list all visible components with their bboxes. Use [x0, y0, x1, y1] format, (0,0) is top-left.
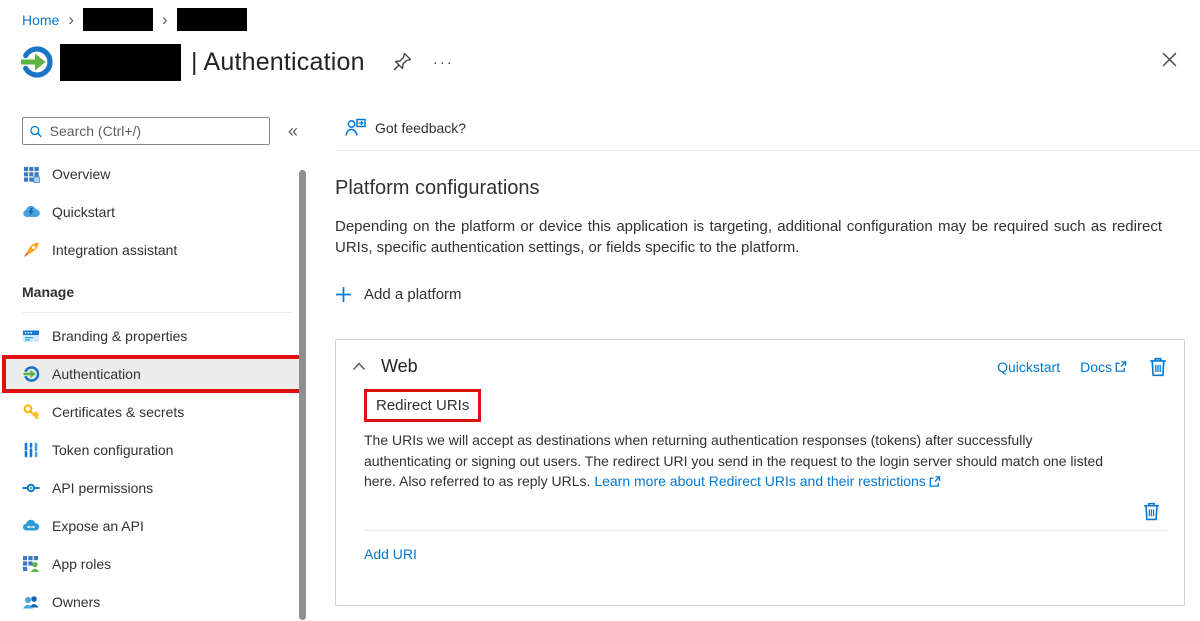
sidebar-item-label: Owners: [52, 594, 100, 610]
collapse-sidebar-button[interactable]: «: [288, 121, 298, 142]
section-description: Depending on the platform or device this…: [335, 216, 1162, 258]
search-input[interactable]: [50, 123, 263, 139]
breadcrumb: Home › ›: [22, 8, 247, 31]
pin-button[interactable]: [389, 49, 415, 75]
trash-icon: [1142, 501, 1161, 521]
key-icon: [22, 403, 40, 421]
sidebar-item-owners[interactable]: Owners: [0, 583, 312, 621]
search-icon: [29, 124, 43, 139]
people-icon: [22, 593, 40, 611]
more-options-button[interactable]: ···: [429, 52, 458, 73]
token-icon: [22, 441, 40, 459]
close-button[interactable]: [1156, 46, 1182, 72]
sidebar-item-branding-properties[interactable]: Branding & properties: [0, 317, 312, 355]
sidebar-item-label: Expose an API: [52, 518, 144, 534]
chevron-right-icon: ›: [68, 13, 74, 27]
sidebar-item-label: Overview: [52, 166, 110, 182]
redacted-app-name: [60, 44, 181, 81]
add-platform-label: Add a platform: [364, 286, 462, 303]
page-header: | Authentication ···: [18, 40, 1182, 84]
sidebar-item-label: Authentication: [52, 366, 141, 382]
app-roles-icon: [22, 555, 40, 573]
sidebar-item-app-roles[interactable]: App roles: [0, 545, 312, 583]
sidebar-section-manage: Manage: [0, 284, 312, 306]
rocket-icon: [22, 241, 40, 259]
feedback-button[interactable]: Got feedback?: [345, 118, 466, 137]
divider: [364, 530, 1168, 531]
sidebar-item-integration-assistant[interactable]: Integration assistant: [0, 231, 312, 269]
chevron-right-icon: ›: [162, 13, 168, 27]
redacted-breadcrumb-item[interactable]: [83, 8, 153, 31]
section-title: Platform configurations: [335, 177, 1200, 200]
page-title: | Authentication: [191, 48, 365, 77]
external-link-icon: [1114, 360, 1127, 373]
main-content: Got feedback? Platform configurations De…: [335, 105, 1200, 621]
learn-more-link[interactable]: Learn more about Redirect URIs and their…: [594, 471, 940, 492]
sidebar-item-label: API permissions: [52, 480, 153, 496]
sidebar: « Overview Quickstart: [0, 105, 312, 621]
red-annotation-box: Authentication: [2, 355, 306, 393]
sidebar-item-quickstart[interactable]: Quickstart: [0, 193, 312, 231]
sidebar-item-certificates-secrets[interactable]: Certificates & secrets: [0, 393, 312, 431]
pin-icon: [390, 50, 414, 74]
quickstart-icon: [22, 203, 40, 221]
sidebar-item-token-configuration[interactable]: Token configuration: [0, 431, 312, 469]
sidebar-item-label: Quickstart: [52, 204, 115, 220]
sidebar-nav: Overview Quickstart Integration assistan…: [0, 155, 312, 621]
close-icon: [1162, 52, 1177, 67]
redacted-breadcrumb-item[interactable]: [177, 8, 247, 31]
web-platform-card: Web Quickstart Docs: [335, 339, 1185, 606]
sidebar-item-expose-an-api[interactable]: Expose an API: [0, 507, 312, 545]
sidebar-item-overview[interactable]: Overview: [0, 155, 312, 193]
sidebar-item-label: Branding & properties: [52, 328, 187, 344]
add-platform-button[interactable]: Add a platform: [335, 286, 462, 303]
redirect-uris-description: The URIs we will accept as destinations …: [364, 430, 1119, 492]
api-permissions-icon: [22, 479, 40, 497]
sidebar-item-api-permissions[interactable]: API permissions: [0, 469, 312, 507]
sidebar-item-authentication[interactable]: Authentication: [6, 359, 302, 389]
command-bar: Got feedback?: [335, 105, 1200, 151]
sidebar-search[interactable]: [22, 117, 270, 145]
feedback-label: Got feedback?: [375, 120, 466, 136]
add-uri-link[interactable]: Add URI: [364, 546, 417, 562]
authentication-icon: [22, 365, 40, 383]
divider: [22, 312, 292, 313]
plus-icon: [335, 286, 352, 303]
delete-uri-button[interactable]: [1141, 500, 1162, 521]
overview-icon: [22, 165, 40, 183]
quickstart-link[interactable]: Quickstart: [997, 359, 1060, 375]
delete-platform-button[interactable]: [1147, 356, 1168, 377]
sidebar-scrollbar[interactable]: [299, 170, 306, 620]
branding-icon: [22, 327, 40, 345]
sidebar-item-label: Certificates & secrets: [52, 404, 184, 420]
redirect-uri-row: [364, 492, 1168, 530]
learn-more-link-label: Learn more about Redirect URIs and their…: [594, 471, 925, 492]
chevron-up-icon[interactable]: [352, 361, 366, 372]
docs-link-label: Docs: [1080, 359, 1112, 375]
trash-icon: [1148, 356, 1168, 377]
sidebar-item-label: Integration assistant: [52, 242, 177, 258]
docs-link[interactable]: Docs: [1080, 359, 1127, 375]
feedback-icon: [345, 118, 366, 137]
sidebar-item-label: App roles: [52, 556, 111, 572]
external-link-icon: [928, 475, 941, 488]
breadcrumb-home-link[interactable]: Home: [22, 12, 59, 28]
sidebar-item-label: Token configuration: [52, 442, 173, 458]
card-title: Web: [381, 356, 418, 377]
redirect-uris-annotated-title: Redirect URIs: [364, 389, 481, 422]
cloud-api-icon: [22, 517, 40, 535]
app-registration-logo-icon: [18, 44, 54, 80]
